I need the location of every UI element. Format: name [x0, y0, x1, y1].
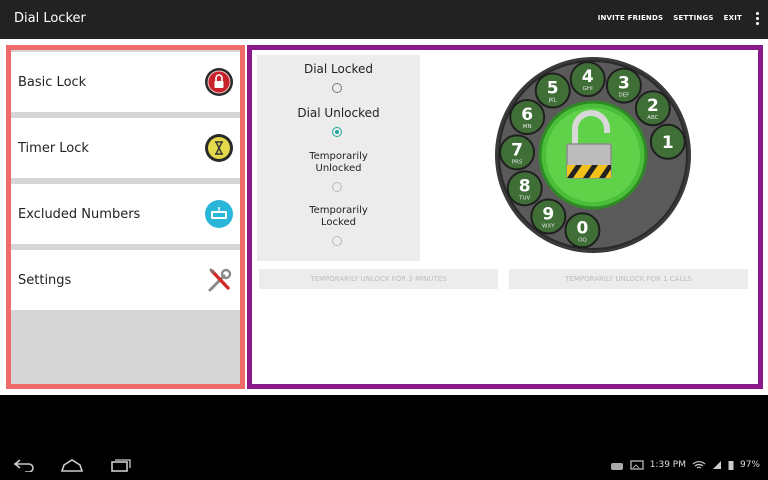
android-notification-icon	[610, 463, 623, 470]
dial-key-letters: OQ	[578, 237, 587, 243]
unlock-3-minutes-button[interactable]: TEMPORARILY UNLOCK FOR 3 MINUTES	[259, 269, 498, 289]
menu-item-label: Excluded Numbers	[18, 206, 141, 222]
dial-key-letters: WXY	[542, 223, 555, 229]
lock-mode-radio-group: Dial Locked Dial Unlocked Temporarily Un…	[257, 55, 420, 261]
menu-item-timer-lock[interactable]: Timer Lock	[11, 118, 240, 178]
dial-key-6: 6MN	[509, 99, 546, 135]
signal-icon	[712, 461, 721, 469]
dial-key-number: 0	[577, 218, 589, 238]
rotary-dial-image: 12ABC3DEF4GHI5JKL6MN7PRS8TUV9WXY 0OQ	[495, 57, 691, 253]
dial-key-8: 8TUV	[506, 170, 543, 207]
main-content: Basic Lock Timer Lock Excluded Numbers S…	[0, 39, 768, 395]
dial-key-letters: ABC	[647, 115, 658, 121]
dial-key-1: 1	[649, 123, 686, 160]
action-bar: Dial Locker INVITE FRIENDS SETTINGS EXIT	[0, 0, 768, 39]
temporarily-unlocked-label-line1: Temporarily	[309, 151, 368, 162]
menu-item-label: Settings	[18, 272, 72, 288]
dial-locked-label: Dial Locked	[303, 62, 373, 76]
temporarily-locked-label-line1: Temporarily	[309, 205, 368, 216]
menu-item-basic-lock[interactable]: Basic Lock	[11, 52, 240, 112]
dial-key-number: 4	[582, 67, 594, 87]
dial-key-5: 5JKL	[534, 72, 571, 109]
dial-key-7: 7PRS	[499, 134, 536, 171]
dial-key-letters: MN	[523, 124, 532, 130]
back-icon[interactable]	[12, 458, 36, 472]
dial-key-number: 1	[662, 133, 674, 153]
system-navigation-bar: 1:39 PM 97%	[0, 452, 768, 480]
overflow-menu-icon[interactable]	[756, 12, 760, 26]
battery-icon	[728, 461, 734, 470]
dial-key-3: 3DEF	[605, 67, 642, 104]
dial-key-4: 4GHI	[569, 61, 606, 98]
dial-key-9: 9WXY	[530, 198, 567, 235]
dial-key-number: 3	[618, 74, 630, 94]
invite-friends-button[interactable]: INVITE FRIENDS	[598, 14, 664, 22]
unlock-1-calls-button[interactable]: TEMPORARILY UNLOCK FOR 1 CALLS	[509, 269, 748, 289]
clock-text: 1:39 PM	[649, 460, 686, 470]
dial-unlocked-radio[interactable]	[332, 127, 342, 137]
dial-key-2: 2ABC	[634, 90, 671, 127]
app-title: Dial Locker	[14, 11, 86, 26]
dial-key-number: 9	[542, 204, 554, 224]
dial-key-letters: TUV	[518, 195, 530, 201]
dial-key-letters: PRS	[512, 159, 523, 165]
menu-item-label: Timer Lock	[18, 140, 89, 156]
exit-button[interactable]: EXIT	[724, 14, 742, 22]
recent-apps-icon[interactable]	[110, 458, 132, 472]
dial-locked-radio[interactable]	[332, 83, 342, 93]
dial-key-0: 0OQ	[564, 212, 601, 249]
dial-key-number: 2	[647, 96, 659, 116]
image-notification-icon	[630, 460, 644, 470]
dial-unlocked-label: Dial Unlocked	[297, 106, 380, 120]
temporarily-locked-label-line2: Locked	[321, 217, 356, 228]
status-area: 1:39 PM 97%	[610, 460, 760, 470]
dial-key-number: 8	[519, 176, 531, 196]
dial-key-letters: DEF	[618, 93, 629, 99]
temporarily-locked-radio[interactable]	[332, 236, 342, 246]
dial-status-panel: Dial Locked Dial Unlocked Temporarily Un…	[247, 45, 763, 389]
excluded-numbers-icon	[205, 200, 233, 228]
lock-icon	[205, 68, 233, 96]
dial-key-letters: JKL	[548, 98, 558, 104]
dial-key-number: 5	[547, 79, 559, 99]
home-icon[interactable]	[60, 458, 84, 472]
settings-button[interactable]: SETTINGS	[673, 14, 713, 22]
dial-key-number: 7	[511, 140, 523, 160]
lock-menu-panel: Basic Lock Timer Lock Excluded Numbers S…	[6, 45, 245, 389]
wifi-icon	[692, 461, 706, 469]
menu-item-settings[interactable]: Settings	[11, 250, 240, 310]
tools-icon	[208, 268, 232, 292]
temporarily-unlocked-label-line2: Unlocked	[315, 163, 362, 174]
dial-key-letters: GHI	[583, 86, 593, 92]
timer-icon	[205, 134, 233, 162]
menu-item-label: Basic Lock	[18, 74, 87, 90]
menu-item-excluded-numbers[interactable]: Excluded Numbers	[11, 184, 240, 244]
battery-percentage: 97%	[739, 460, 760, 470]
dial-key-number: 6	[521, 105, 533, 125]
temporarily-unlocked-radio[interactable]	[332, 182, 342, 192]
